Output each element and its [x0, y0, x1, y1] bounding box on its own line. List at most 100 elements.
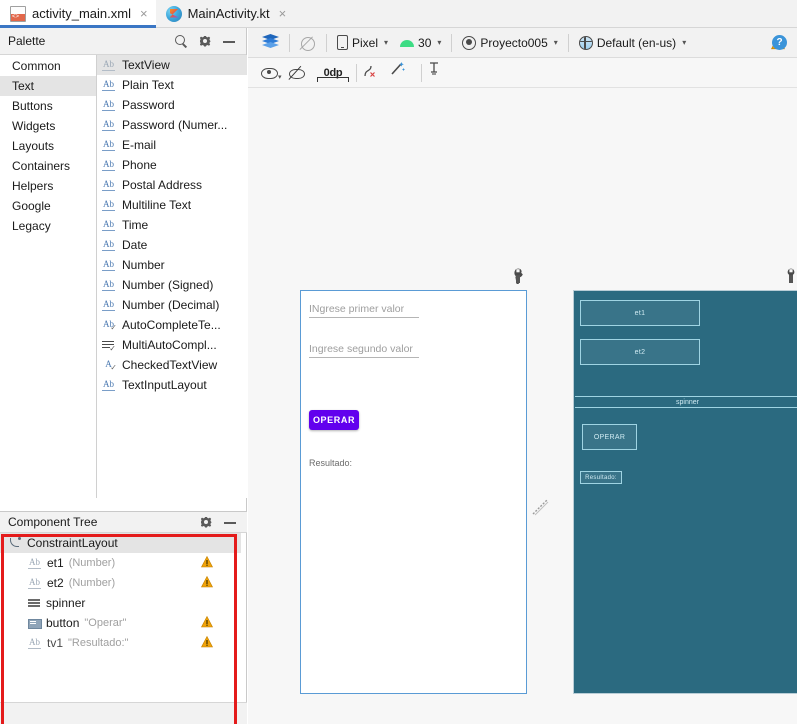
blueprint-et1[interactable]: et1: [580, 300, 700, 326]
palette-category-buttons[interactable]: Buttons: [0, 96, 96, 116]
blueprint-button-operar[interactable]: OPERAR: [582, 424, 637, 450]
tree-row-button[interactable]: button "Operar": [0, 613, 241, 633]
edittext-et2[interactable]: Ingrese segundo valor: [309, 343, 419, 358]
layers-icon: [262, 34, 279, 50]
ab-icon: Ab: [27, 577, 42, 590]
blueprint-spinner[interactable]: spinner: [575, 396, 797, 408]
gear-icon[interactable]: [198, 34, 212, 48]
palette-item-textinputlayout[interactable]: Ab TextInputLayout: [97, 375, 247, 395]
tree-row-constraintlayout[interactable]: ConstraintLayout: [0, 533, 241, 553]
palette-category-legacy[interactable]: Legacy: [0, 216, 96, 236]
design-canvas[interactable]: INgrese primer valor Ingrese segundo val…: [248, 88, 797, 724]
warning-icon[interactable]: [201, 636, 213, 648]
palette-category-google[interactable]: Google: [0, 196, 96, 216]
palette-header: Palette: [0, 28, 246, 55]
button-operar[interactable]: OPERAR: [309, 410, 359, 430]
palette-item-password[interactable]: Ab Password: [97, 95, 247, 115]
palette-item-label: Date: [122, 238, 148, 252]
palette-item-number-decimal[interactable]: Ab Number (Decimal): [97, 295, 247, 315]
palette-item-autocomplete-textview[interactable]: Ab ✓ AutoCompleteTe...: [97, 315, 247, 335]
palette-category-helpers[interactable]: Helpers: [0, 176, 96, 196]
default-margin-button[interactable]: 0dp: [314, 61, 352, 85]
warning-icon[interactable]: [201, 616, 213, 628]
palette-item-time[interactable]: Ab Time: [97, 215, 247, 235]
palette-item-textview[interactable]: Ab TextView: [97, 55, 247, 75]
minimize-icon[interactable]: [223, 515, 237, 529]
palette-item-number-signed[interactable]: Ab Number (Signed): [97, 275, 247, 295]
gear-icon[interactable]: [199, 515, 213, 529]
component-tree-header: Component Tree: [0, 511, 247, 533]
palette-item-label: TextInputLayout: [122, 378, 207, 392]
toolbar-separator: [356, 63, 357, 82]
close-icon[interactable]: ×: [140, 6, 148, 21]
device-preview-render: INgrese primer valor Ingrese segundo val…: [300, 268, 527, 694]
palette-item-password-numeric[interactable]: Ab Password (Numer...: [97, 115, 247, 135]
blueprint-toggle-button[interactable]: [294, 31, 322, 55]
baseline-align-icon: [426, 61, 443, 79]
view-options-button[interactable]: ▾: [258, 61, 286, 85]
palette-item-label: Number (Decimal): [122, 298, 220, 312]
tree-row-attr: "Resultado:": [68, 637, 129, 649]
blueprint-textview-resultado[interactable]: Resultado:: [580, 471, 622, 484]
search-icon[interactable]: [174, 34, 188, 48]
palette-item-checked-textview[interactable]: A ✓ CheckedTextView: [97, 355, 247, 375]
tree-row-tv1[interactable]: Ab tv1 "Resultado:": [0, 633, 241, 653]
tab-main-activity-kt[interactable]: MainActivity.kt ×: [156, 0, 295, 27]
palette-item-label: Time: [122, 218, 149, 232]
rendered-layout[interactable]: INgrese primer valor Ingrese segundo val…: [300, 290, 527, 694]
theme-selector[interactable]: Proyecto005 ▾: [456, 31, 563, 55]
android-icon: [400, 38, 415, 47]
android-studio-layout-editor: activity_main.xml × MainActivity.kt × Pa…: [0, 0, 797, 724]
warning-icon[interactable]: [201, 556, 213, 568]
tree-row-et2[interactable]: Ab et2 (Number): [0, 573, 241, 593]
palette-item-multi-autocomplete-textview[interactable]: ✓ MultiAutoCompl...: [97, 335, 247, 355]
component-tree-body: ConstraintLayout Ab et1 (Number) Ab et2 …: [0, 533, 241, 724]
help-icon[interactable]: ?: [772, 35, 787, 50]
locale-selector[interactable]: Default (en-us) ▾: [573, 31, 692, 55]
palette-body: Common Text Buttons Widgets Layouts Cont…: [0, 55, 247, 498]
palette-category-widgets[interactable]: Widgets: [0, 116, 96, 136]
wrench-icon[interactable]: [511, 268, 525, 284]
palette-item-plain-text[interactable]: Ab Plain Text: [97, 75, 247, 95]
api-level-selector[interactable]: 30 ▾: [394, 31, 447, 55]
wrench-icon[interactable]: [784, 268, 797, 284]
palette-item-number[interactable]: Ab Number: [97, 255, 247, 275]
palette-item-phone[interactable]: Ab Phone: [97, 155, 247, 175]
canvas-resize-handle[interactable]: [531, 498, 549, 516]
chevron-down-icon: ▾: [384, 38, 389, 47]
warning-icon[interactable]: [201, 576, 213, 588]
design-toolbar: Pixel ▾ 30 ▾ Proyecto005 ▾ Default (en-u…: [248, 28, 797, 58]
palette-title: Palette: [8, 34, 46, 48]
baseline-align-button[interactable]: [426, 61, 454, 85]
tab-activity-main-xml[interactable]: activity_main.xml ×: [0, 0, 156, 28]
toolbar-separator: [289, 33, 290, 52]
design-mode-button[interactable]: [256, 31, 285, 55]
palette-category-containers[interactable]: Containers: [0, 156, 96, 176]
palette-item-label: Postal Address: [122, 178, 203, 192]
palette-category-text[interactable]: Text: [0, 76, 96, 96]
tree-row-et1[interactable]: Ab et1 (Number): [0, 553, 241, 573]
spinner-icon: [27, 596, 41, 610]
palette-item-email[interactable]: Ab E-mail: [97, 135, 247, 155]
phone-icon: [337, 35, 348, 50]
clear-constraints-button[interactable]: [361, 61, 389, 85]
device-selector[interactable]: Pixel ▾: [331, 31, 394, 55]
palette-item-date[interactable]: Ab Date: [97, 235, 247, 255]
textview-resultado[interactable]: Resultado:: [309, 458, 352, 468]
toggle-constraints-button[interactable]: [286, 61, 314, 85]
infer-constraints-button[interactable]: [389, 61, 417, 85]
ab-icon: Ab: [101, 179, 116, 192]
palette-item-label: Multiline Text: [122, 198, 192, 212]
palette-item-postal-address[interactable]: Ab Postal Address: [97, 175, 247, 195]
palette-category-common[interactable]: Common: [0, 56, 96, 76]
blueprint-et2[interactable]: et2: [580, 339, 700, 365]
edittext-et1[interactable]: INgrese primer valor: [309, 303, 419, 318]
blueprint-layout[interactable]: et1 et2 spinner OPERAR Resultado:: [573, 290, 797, 694]
palette-item-multiline-text[interactable]: Ab Multiline Text: [97, 195, 247, 215]
minimize-icon[interactable]: [222, 34, 236, 48]
palette-category-layouts[interactable]: Layouts: [0, 136, 96, 156]
tree-row-spinner[interactable]: spinner: [0, 593, 241, 613]
design-surface: Pixel ▾ 30 ▾ Proyecto005 ▾ Default (en-u…: [248, 28, 797, 724]
toolbar-separator: [326, 33, 327, 52]
close-icon[interactable]: ×: [279, 6, 287, 21]
